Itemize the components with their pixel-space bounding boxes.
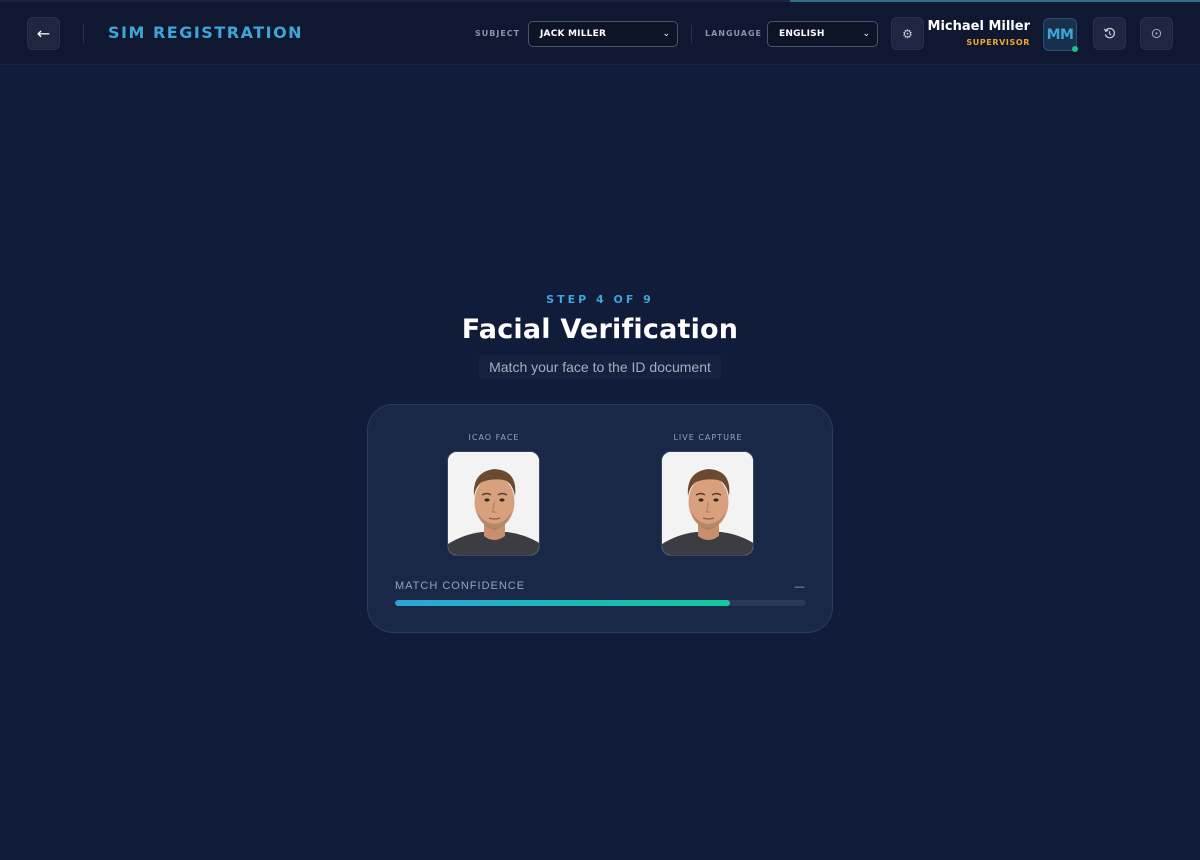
language-select[interactable]: ENGLISH ⌄ <box>767 21 878 47</box>
online-status-dot <box>1072 46 1078 52</box>
icao-face-photo <box>447 451 540 556</box>
page-subtitle: Match your face to the ID document <box>0 355 1200 379</box>
icao-face-panel: ICAO FACE <box>447 433 541 556</box>
user-name: Michael Miller <box>927 19 1030 34</box>
reset-button[interactable] <box>1093 17 1126 50</box>
header-divider <box>691 25 692 44</box>
language-label: LANGUAGE <box>705 29 763 38</box>
user-role: SUPERVISOR <box>966 38 1030 47</box>
gear-icon: ⚙ <box>902 26 913 41</box>
face-verification-card: ICAO FACE LIVE CAPTURE MATCH CONFIDENCE … <box>367 404 833 633</box>
step-indicator: STEP 4 OF 9 <box>546 293 654 306</box>
avatar-initials: MM <box>1046 26 1074 43</box>
subject-select[interactable]: JACK MILLER ⌄ <box>528 21 678 47</box>
live-capture-photo <box>661 451 754 556</box>
subject-label: SUBJECT <box>475 29 521 38</box>
back-button[interactable]: ← <box>27 17 60 50</box>
live-capture-label: LIVE CAPTURE <box>673 433 743 442</box>
language-select-value: ENGLISH <box>779 29 825 39</box>
live-capture-panel: LIVE CAPTURE <box>661 433 755 556</box>
settings-button[interactable]: ⚙ <box>891 17 924 50</box>
reset-icon <box>1103 27 1116 39</box>
page-title: Facial Verification <box>461 314 739 345</box>
header-divider <box>83 24 84 44</box>
page-subtitle-text: Match your face to the ID document <box>479 355 721 379</box>
icao-face-label: ICAO FACE <box>468 433 520 442</box>
chevron-down-icon: ⌄ <box>862 29 870 39</box>
match-confidence-fill <box>395 600 731 606</box>
app-title: SIM REGISTRATION <box>108 23 304 42</box>
avatar[interactable]: MM <box>1043 18 1078 52</box>
header-bar: ← SIM REGISTRATION SUBJECT JACK MILLER ⌄… <box>0 2 1200 65</box>
match-confidence-label: MATCH CONFIDENCE <box>395 580 526 592</box>
arrow-left-icon: ← <box>36 24 51 43</box>
subject-select-value: JACK MILLER <box>540 29 607 39</box>
power-button[interactable] <box>1140 17 1173 50</box>
match-confidence-value: — <box>794 580 805 593</box>
power-icon <box>1151 28 1162 39</box>
chevron-down-icon: ⌄ <box>662 29 670 39</box>
match-confidence-bar <box>395 600 806 606</box>
